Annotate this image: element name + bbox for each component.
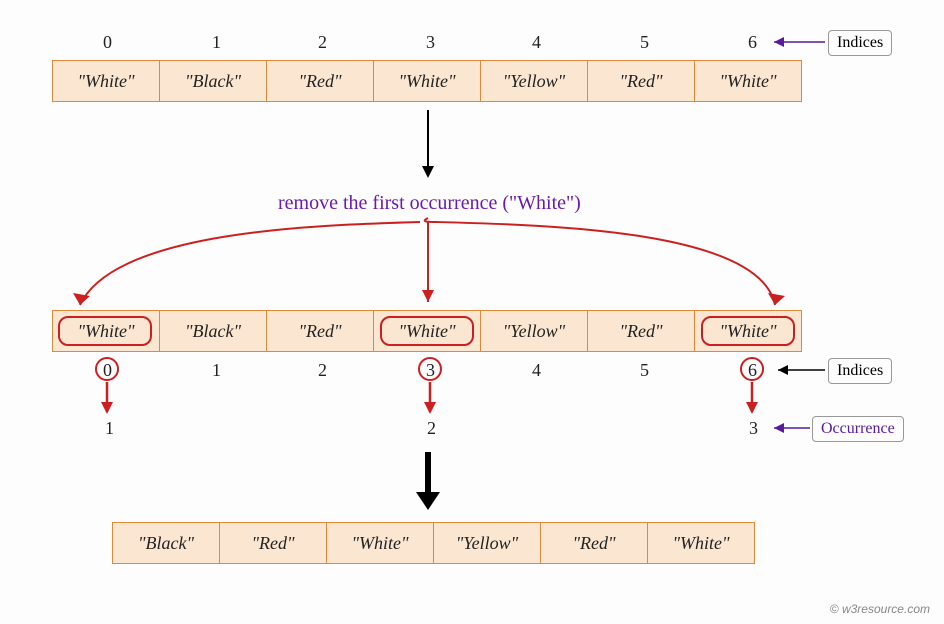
cell-3-3: "Yellow" <box>433 522 541 564</box>
array-row-3: "Black" "Red" "White" "Yellow" "Red" "Wh… <box>112 522 755 564</box>
cell-3-2: "White" <box>326 522 434 564</box>
cell-3-1: "Red" <box>219 522 327 564</box>
credit-text: © w3resource.com <box>830 602 930 616</box>
cell-3-0: "Black" <box>112 522 220 564</box>
cell-3-5: "White" <box>647 522 755 564</box>
cell-3-4: "Red" <box>540 522 648 564</box>
